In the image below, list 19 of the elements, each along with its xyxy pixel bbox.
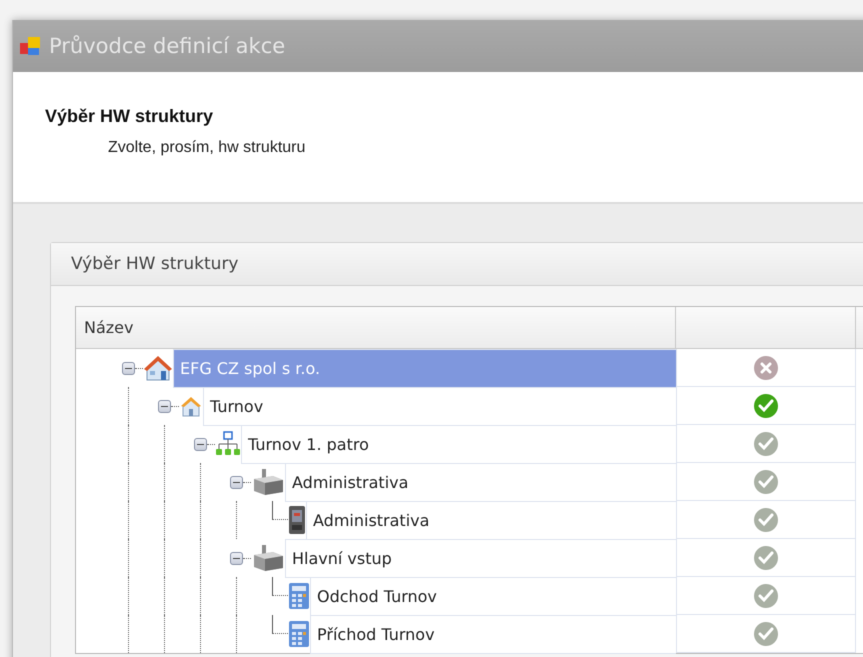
collapse-toggle[interactable] (230, 552, 243, 564)
page-subtitle: Zvolte, prosím, hw strukturu (108, 139, 306, 157)
calculator-icon (288, 620, 310, 648)
collapse-toggle[interactable] (230, 476, 243, 488)
terminal-icon (288, 505, 306, 535)
window-title: Průvodce definicí akce (49, 34, 286, 58)
house-icon (179, 394, 203, 418)
app-icon (19, 35, 41, 57)
network-icon (215, 431, 241, 457)
house-icon (143, 354, 173, 382)
group-title: Výběr HW struktury (51, 243, 863, 286)
calculator-icon (288, 582, 310, 610)
collapse-toggle[interactable] (122, 362, 135, 374)
tree-item[interactable]: Příchod Turnov (310, 614, 676, 654)
collapse-toggle[interactable] (194, 438, 207, 450)
machine-icon (251, 468, 285, 496)
machine-icon (251, 544, 285, 572)
page-title: Výběr HW struktury (45, 106, 214, 127)
collapse-toggle[interactable] (158, 400, 171, 412)
